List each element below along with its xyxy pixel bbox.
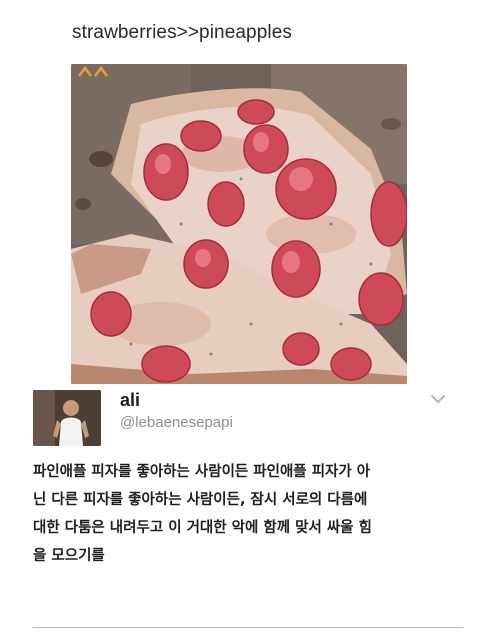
- tweet-text-line: 을 모으기를: [33, 548, 105, 564]
- tweet-text: 파인애플 피자를 좋아하는 사람이든 파인애플 피자가 아 닌 다른 피자를 좋…: [33, 458, 453, 570]
- divider: [33, 627, 463, 628]
- user-display-name[interactable]: ali: [120, 390, 140, 411]
- tweet-text-line: 대한 다툼은 내려두고 이 거대한 악에 함께 맞서 싸울 힘: [33, 520, 372, 536]
- tweet-header: ali @lebaenesepapi: [33, 386, 453, 446]
- pizza-photo: [71, 64, 407, 384]
- chevron-down-icon[interactable]: [429, 392, 447, 406]
- user-handle[interactable]: @lebaenesepapi: [120, 414, 233, 431]
- tweet-text-line: 닌 다른 피자를 좋아하는 사람이든, 잠시 서로의 다름에: [33, 492, 368, 508]
- avatar[interactable]: [33, 390, 101, 446]
- tweet-text-line: 파인애플 피자를 좋아하는 사람이든 파인애플 피자가 아: [33, 464, 371, 480]
- post-caption: strawberries>>pineapples: [72, 22, 292, 43]
